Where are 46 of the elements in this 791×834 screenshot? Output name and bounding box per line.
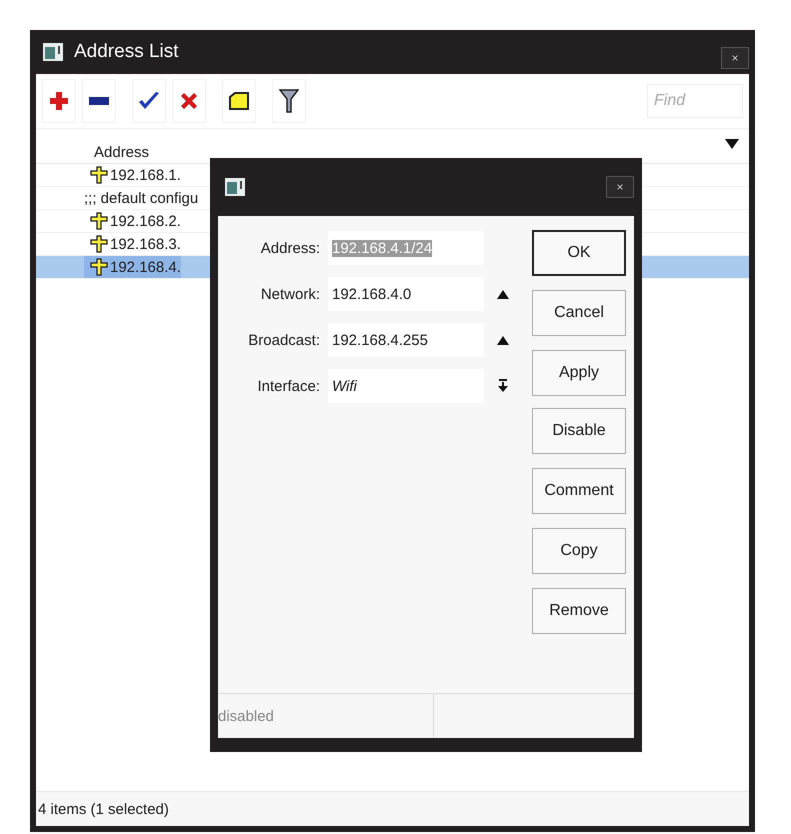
- filter-button[interactable]: [272, 79, 306, 123]
- window-icon: [42, 42, 64, 62]
- row-comment: ;;; default configu: [84, 188, 198, 208]
- address-text: 192.168.3.: [110, 236, 181, 252]
- filter-icon: [279, 88, 299, 114]
- cross-icon: [179, 91, 199, 111]
- field-label: Address:: [260, 240, 321, 256]
- dialog-button[interactable]: OK: [532, 230, 626, 276]
- address-icon: [90, 166, 108, 184]
- note-icon: [228, 91, 250, 111]
- close-button[interactable]: ×: [606, 176, 634, 198]
- column-header[interactable]: Address: [94, 144, 150, 163]
- plus-icon: [49, 91, 69, 111]
- input-field[interactable]: Wifi: [328, 369, 484, 403]
- find-field[interactable]: Find: [647, 84, 743, 118]
- dialog-button[interactable]: Disable: [532, 408, 626, 454]
- dropdown-icon[interactable]: [725, 139, 739, 149]
- dropdown-icon[interactable]: [496, 379, 510, 393]
- address-icon: [90, 212, 108, 230]
- address-text: 192.168.1.: [110, 166, 181, 184]
- field-label: Network:: [260, 286, 321, 302]
- dialog-button[interactable]: Apply: [532, 350, 626, 396]
- dialog-button[interactable]: Comment: [532, 468, 626, 514]
- input-field[interactable]: 192.168.4.0: [328, 277, 484, 311]
- address-icon: [90, 258, 108, 276]
- window-icon: [224, 177, 246, 197]
- field-label: Broadcast:: [247, 332, 321, 348]
- address-text: 192.168.4.: [110, 258, 181, 276]
- address-text: 192.168.2.: [110, 212, 181, 230]
- enable-button[interactable]: [132, 79, 166, 123]
- dialog-button[interactable]: Copy: [532, 528, 626, 574]
- comment-button[interactable]: [222, 79, 256, 123]
- remove-button[interactable]: [82, 79, 116, 123]
- status-bar: 4 items (1 selected): [36, 791, 749, 826]
- window-title: Address List: [74, 41, 179, 63]
- dialog-button[interactable]: Cancel: [532, 290, 626, 336]
- status-text: disabled: [218, 694, 434, 738]
- minus-icon: [89, 97, 109, 105]
- field-label: Interface:: [256, 378, 321, 394]
- close-button[interactable]: ×: [721, 47, 749, 69]
- input-field[interactable]: 192.168.4.255: [328, 323, 484, 357]
- add-button[interactable]: [42, 79, 76, 123]
- address-icon: [90, 235, 108, 253]
- dialog-button[interactable]: Remove: [532, 588, 626, 634]
- disable-button[interactable]: [172, 79, 206, 123]
- check-icon: [138, 91, 160, 111]
